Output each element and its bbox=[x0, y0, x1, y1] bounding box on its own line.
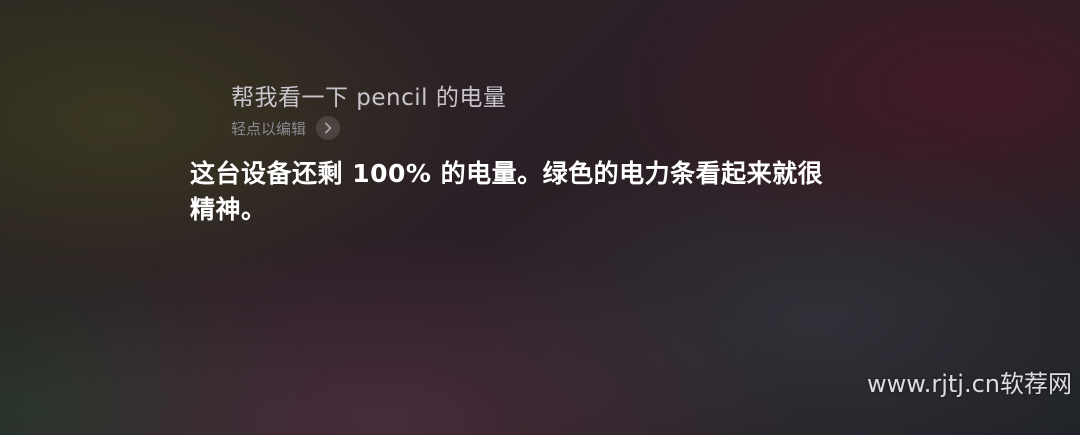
watermark-text: www.rjtj.cn软荐网 bbox=[867, 370, 1072, 398]
chevron-right-icon bbox=[325, 122, 332, 134]
siri-response-line-1: 这台设备还剩 100% 的电量。绿色的电力条看起来就很 bbox=[190, 159, 824, 188]
tap-to-edit-label: 轻点以编辑 bbox=[231, 119, 307, 138]
siri-response: 这台设备还剩 100% 的电量。绿色的电力条看起来就很 精神。 bbox=[190, 156, 890, 228]
edit-query-button[interactable] bbox=[316, 116, 341, 140]
siri-query-text: 帮我看一下 pencil 的电量 bbox=[231, 85, 507, 111]
tap-to-edit-row[interactable]: 轻点以编辑 bbox=[231, 115, 341, 141]
siri-response-line-2: 精神。 bbox=[190, 195, 267, 224]
